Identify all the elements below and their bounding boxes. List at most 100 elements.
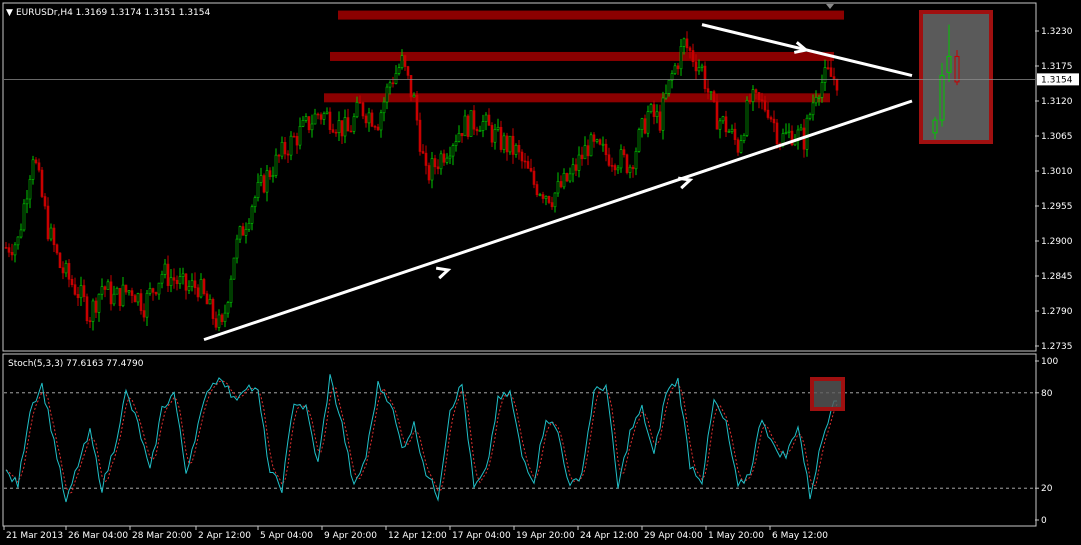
- candle-body: [766, 109, 770, 118]
- candle-body: [46, 205, 50, 240]
- candle-body: [727, 131, 731, 133]
- candle-body: [196, 287, 200, 298]
- candle-body: [691, 50, 695, 63]
- candle-body: [604, 143, 608, 156]
- candle: [625, 153, 629, 175]
- candle-body: [799, 127, 803, 131]
- candle-body: [568, 173, 572, 182]
- candle-body: [769, 117, 773, 120]
- candle-body: [355, 102, 359, 118]
- candle-body: [13, 244, 17, 256]
- candle-body: [166, 263, 170, 286]
- price-axis-label: 1.3120: [1041, 97, 1073, 107]
- candle-body: [733, 128, 737, 140]
- candle-body: [556, 181, 560, 194]
- candle-body: [676, 65, 680, 70]
- candle-body: [97, 293, 101, 313]
- candle-body: [613, 165, 617, 171]
- candle-body: [814, 97, 818, 104]
- candle-body: [310, 123, 314, 131]
- candle-body: [580, 154, 584, 160]
- candle-body: [487, 114, 491, 126]
- candle-body: [91, 300, 95, 322]
- candle-body: [193, 280, 197, 289]
- candle-body: [349, 130, 353, 133]
- stochastic-axis: 100 80 20 0: [1035, 357, 1058, 526]
- candle-body: [43, 196, 47, 207]
- candle-body: [253, 197, 257, 208]
- candle-body: [340, 120, 344, 137]
- price-axis-label: 1.3230: [1041, 27, 1073, 37]
- candle-body: [547, 195, 551, 203]
- candle-body: [832, 76, 836, 80]
- candle-body: [412, 94, 416, 98]
- candle: [40, 166, 44, 198]
- candle-body: [61, 267, 65, 274]
- candle-body: [160, 274, 164, 284]
- candle-body: [718, 120, 722, 130]
- metatrader-chart-window[interactable]: 1.3230 1.3175 1.3120 1.3065 1.3010 1.2955 1.29…: [0, 0, 1081, 545]
- candle-body: [85, 296, 89, 322]
- candle-body: [49, 227, 53, 240]
- candle-body: [751, 89, 755, 102]
- candle-body: [205, 293, 209, 305]
- candle-body: [418, 119, 422, 152]
- candle-body: [208, 299, 212, 305]
- candle-body: [544, 195, 548, 199]
- time-axis-label: 24 Apr 12:00: [580, 531, 639, 541]
- candle-body: [124, 284, 128, 293]
- candle-body: [787, 130, 791, 133]
- time-axis: 21 Mar 2013 26 Mar 04:00 28 Mar 20:00 2 Apr…: [3, 526, 828, 541]
- candle: [745, 96, 749, 138]
- candle-body: [55, 244, 59, 254]
- candle-body: [289, 135, 293, 156]
- candle-body: [145, 292, 149, 318]
- candle-body: [703, 65, 707, 89]
- candle-body: [526, 161, 530, 169]
- candle: [202, 277, 206, 296]
- candle-body: [601, 143, 605, 146]
- candle-body: [172, 277, 176, 281]
- candle-body: [610, 165, 614, 167]
- candle-body: [226, 302, 230, 314]
- candle-body: [142, 310, 146, 318]
- candle: [598, 138, 602, 146]
- candle: [508, 135, 512, 155]
- candle-body: [760, 99, 764, 102]
- candle: [703, 61, 707, 93]
- candle-body: [661, 97, 665, 131]
- time-axis-label: 28 Mar 20:00: [132, 531, 192, 541]
- candle-body: [709, 91, 713, 93]
- candle-body: [376, 126, 380, 131]
- candle-body: [538, 194, 542, 196]
- candle-body: [619, 149, 623, 169]
- candle-body: [553, 192, 557, 208]
- candle-body: [583, 145, 587, 160]
- candle-body: [316, 113, 320, 116]
- candle-body: [238, 226, 242, 240]
- candle-body: [748, 100, 752, 102]
- candle-body: [64, 263, 68, 274]
- candle-body: [736, 139, 740, 153]
- candle-body: [673, 65, 677, 74]
- candle-body: [820, 82, 824, 98]
- candle-body: [151, 288, 155, 293]
- candle-body: [484, 114, 488, 122]
- candle-body: [301, 120, 305, 127]
- candle-body: [631, 166, 635, 170]
- candle-body: [478, 130, 482, 132]
- candle-body: [433, 158, 437, 168]
- candle-body: [562, 172, 566, 188]
- candle-body: [370, 112, 374, 127]
- time-axis-label: 17 Apr 04:00: [452, 531, 511, 541]
- candle-body: [493, 129, 497, 143]
- candle-body: [88, 320, 92, 323]
- candle-body: [10, 251, 14, 256]
- candle-body: [640, 118, 644, 130]
- candle-body: [103, 286, 107, 290]
- candle: [58, 252, 62, 269]
- candle-body: [265, 170, 269, 193]
- candle-body: [202, 279, 206, 295]
- candle-body: [466, 115, 470, 137]
- candle-body: [199, 279, 203, 298]
